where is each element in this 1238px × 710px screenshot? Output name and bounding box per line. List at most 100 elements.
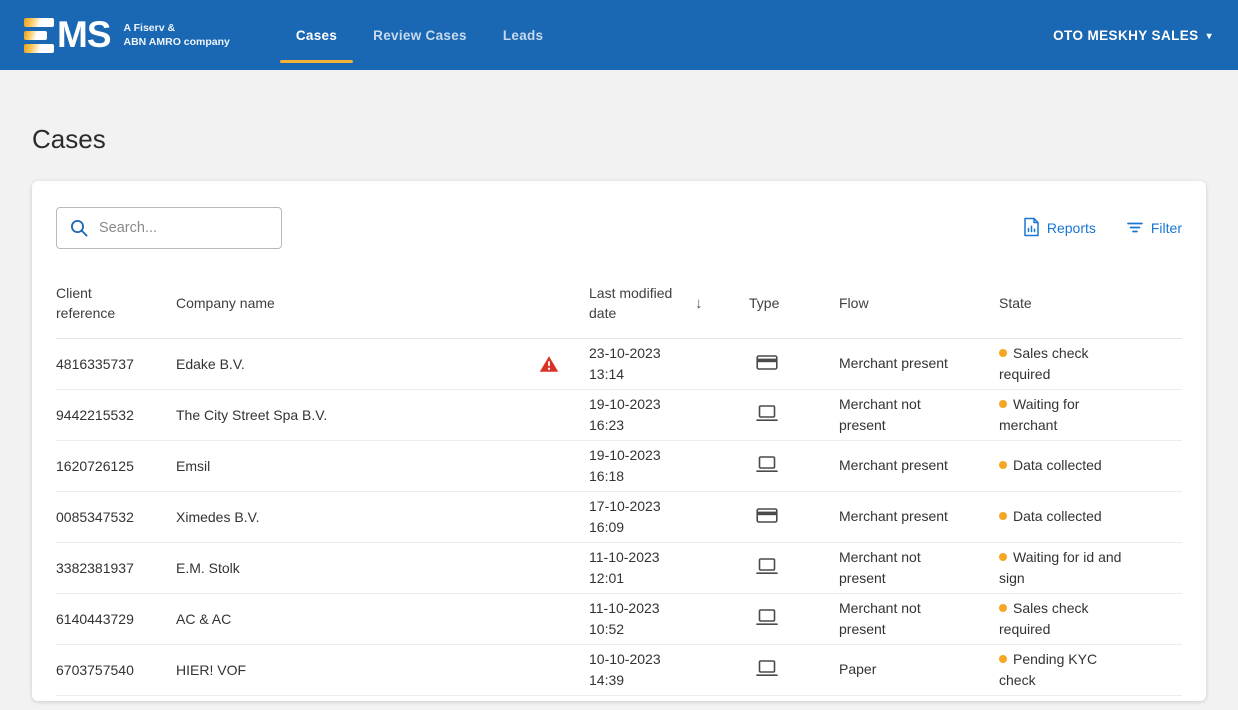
warning-icon [539,355,559,373]
modified-date: 19-10-2023 [589,445,749,465]
main-content: Cases [0,124,1238,701]
state-cell: Sales check required [999,598,1182,639]
status-dot [999,553,1007,561]
last-modified-cell: 11-10-2023 10:52 [589,598,749,639]
cases-toolbar: Reports Filter [56,207,1182,249]
state-cell: Pending KYC check [999,649,1182,690]
status-dot [999,512,1007,520]
table-row[interactable]: 4816335737 Edake B.V. 23-10-2023 13:14 [56,339,1182,390]
sort-descending-icon[interactable]: ↓ [695,295,703,312]
company-name: Edake B.V. [176,356,245,372]
flow-cell: Merchant present [839,353,999,373]
company-tagline: A Fiserv & ABN AMRO company [124,21,230,49]
reports-button[interactable]: Reports [1023,217,1096,240]
company-name-cell: Edake B.V. [176,355,589,373]
flow-value: Merchant present [839,353,948,373]
flow-cell: Merchant not present [839,394,999,435]
filter-button[interactable]: Filter [1126,220,1182,237]
client-reference-cell: 6140443729 [56,611,176,627]
flow-value: Merchant not present [839,598,951,639]
state-cell: Waiting for id and sign [999,547,1182,588]
company-name: Ximedes B.V. [176,509,260,525]
table-row[interactable]: 1620726125 Emsil 19-10-2023 16:18 [56,441,1182,492]
client-reference-cell: 6703757540 [56,662,176,678]
table-row[interactable]: 6140443729 AC & AC 11-10-2023 10:52 [56,594,1182,645]
modified-time: 16:09 [589,517,749,537]
table-body: 4816335737 Edake B.V. 23-10-2023 13:14 [56,339,1182,696]
column-header-company-name: Company name [176,295,589,311]
last-modified-cell: 10-10-2023 14:39 [589,649,749,690]
ems-logo[interactable]: MS [24,18,111,53]
table-row[interactable]: 9442215532 The City Street Spa B.V. 19-1… [56,390,1182,441]
last-modified-cell: 19-10-2023 16:23 [589,394,749,435]
company-name: Emsil [176,458,210,474]
state-value-wrap: Sales check required [999,598,1135,639]
column-header-state: State [999,295,1182,311]
state-value-wrap: Pending KYC check [999,649,1135,690]
flow-value: Merchant present [839,506,948,526]
type-cell [749,404,839,426]
client-reference-cell: 1620726125 [56,458,176,474]
client-reference-cell: 9442215532 [56,407,176,423]
nav-tab-cases[interactable]: Cases [278,0,355,70]
status-dot [999,461,1007,469]
nav-tab-cases-label: Cases [296,28,337,43]
company-name-cell: Emsil [176,457,589,475]
company-name: HIER! VOF [176,662,246,678]
flow-value: Merchant present [839,455,948,475]
laptop-icon [755,608,779,630]
nav-tab-leads[interactable]: Leads [485,0,562,70]
laptop-icon [755,557,779,579]
state-cell: Waiting for merchant [999,394,1182,435]
page-title: Cases [32,124,1206,155]
company-name: E.M. Stolk [176,560,240,576]
company-name: The City Street Spa B.V. [176,407,327,423]
modified-time: 12:01 [589,568,749,588]
search-box [56,207,282,249]
state-value-wrap: Data collected [999,455,1102,475]
flow-cell: Paper [839,659,999,679]
laptop-icon [755,455,779,477]
nav-tab-review-cases-label: Review Cases [373,28,467,43]
column-header-last-modified-date[interactable]: Last modified date ↓ [589,283,749,324]
modified-time: 16:18 [589,466,749,486]
company-name: AC & AC [176,611,231,627]
table-row[interactable]: 0085347532 Ximedes B.V. 17-10-2023 16:09 [56,492,1182,543]
type-cell [749,557,839,579]
last-modified-date-label: Last modified date [589,283,683,324]
pos-terminal-icon [755,353,779,375]
pos-terminal-icon [755,506,779,528]
table-header-row: Client reference Company name Last modif… [56,283,1182,339]
laptop-icon [755,404,779,426]
flow-value: Paper [839,659,876,679]
status-dot [999,655,1007,663]
table-row[interactable]: 6703757540 HIER! VOF 10-10-2023 14:39 [56,645,1182,696]
nav-tab-leads-label: Leads [503,28,544,43]
state-value-wrap: Sales check required [999,343,1135,384]
modified-time: 16:23 [589,415,749,435]
flow-value: Merchant not present [839,547,951,588]
modified-date: 17-10-2023 [589,496,749,516]
user-account-label: OTO MESKHY SALES [1053,28,1198,43]
search-input[interactable] [56,207,282,249]
column-header-client-reference: Client reference [56,283,130,324]
company-name-cell: AC & AC [176,610,589,628]
company-name-cell: HIER! VOF [176,661,589,679]
tagline-line-1: A Fiserv & [124,21,230,35]
state-cell: Data collected [999,506,1182,526]
type-cell [749,455,839,477]
nav-tab-review-cases[interactable]: Review Cases [355,0,485,70]
type-cell [749,659,839,681]
modified-time: 10:52 [589,619,749,639]
status-dot [999,400,1007,408]
modified-date: 11-10-2023 [589,547,749,567]
state-value-wrap: Waiting for merchant [999,394,1135,435]
user-account-menu[interactable]: OTO MESKHY SALES ▾ [1053,28,1212,43]
toolbar-actions: Reports Filter [1023,217,1182,240]
cases-card: Reports Filter Client reference Company … [32,181,1206,701]
filter-label: Filter [1151,220,1182,236]
table-row[interactable]: 3382381937 E.M. Stolk 11-10-2023 12:01 [56,543,1182,594]
status-dot [999,349,1007,357]
state-value-wrap: Data collected [999,506,1102,526]
search-icon [69,218,89,238]
